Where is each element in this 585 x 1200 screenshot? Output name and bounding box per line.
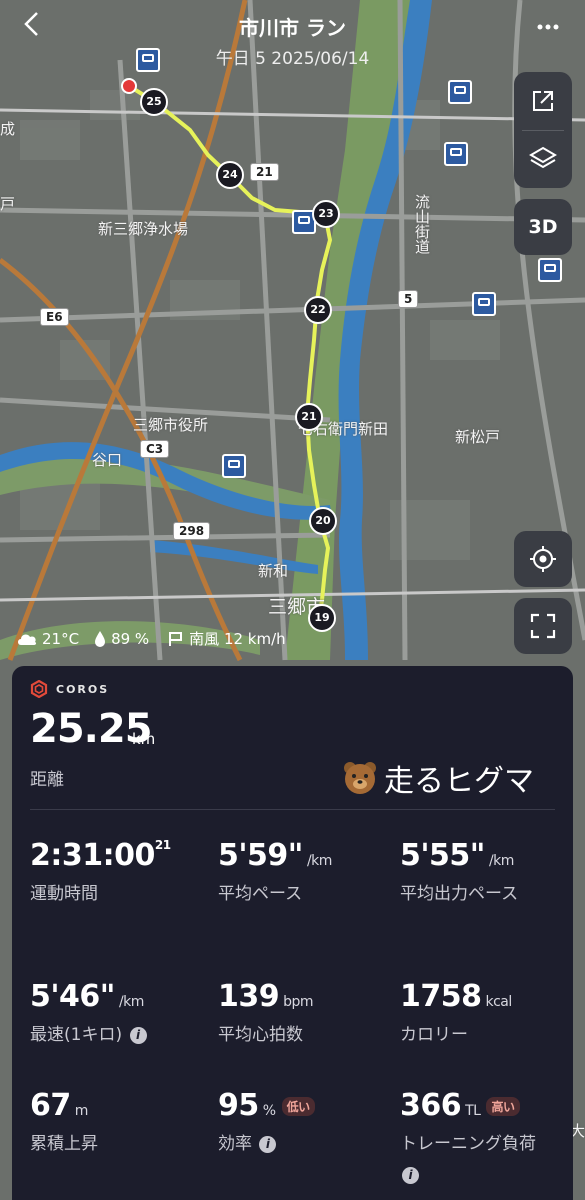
weather-bar: 21°C 89 % 南風 12 km/h [16,628,286,649]
metric-avg-pace: 5'59"/km 平均ペース [218,838,332,910]
km-marker: 22 [304,296,332,324]
metric-label: トレーニング負荷 [400,1134,536,1154]
metric-training-load: 366 TL 高い トレーニング負荷 i [400,1088,536,1184]
info-icon[interactable]: i [259,1135,277,1153]
road-number: C3 [140,440,170,458]
metric-label: 平均出力ペース [400,884,519,904]
fullscreen-icon[interactable] [514,598,572,654]
humidity: 89 % [111,629,150,648]
temperature: 21°C [42,629,80,648]
road-number: 298 [173,522,211,540]
metric-label: 運動時間 [30,884,98,904]
wind: 南風 12 km/h [189,630,286,648]
station-icon [444,142,468,166]
metric-label: 平均心拍数 [218,1025,303,1045]
metric-label: 平均ペース [218,884,303,904]
metric-calories: 1758 kcal カロリー [400,979,512,1051]
activity-summary-card: COROS 25.25 km 距離 走るヒグマ 2:31:0021 運動時間 5… [12,666,573,1200]
brand-name: COROS [56,682,110,696]
map-label: 成 [0,120,16,138]
metric-avg-hr: 139 bpm 平均心拍数 [218,979,314,1051]
distance-unit: km [132,730,156,748]
info-icon[interactable]: i [129,1026,147,1044]
km-marker: 25 [140,88,168,116]
more-icon[interactable] [537,8,559,36]
metric-elevation-gain: 67 m 累積上昇 [30,1088,98,1160]
metric-label: 最速(1キロ) [30,1025,123,1045]
info-icon[interactable]: i [402,1166,419,1184]
station-icon [222,454,246,478]
map-controls [514,72,572,188]
station-icon [538,258,562,282]
share-icon[interactable] [514,72,572,130]
map-label: 戸 [0,195,16,213]
user-name: 走るヒグマ [342,756,534,800]
metric-duration: 2:31:0021 運動時間 [30,838,171,910]
status-badge: 低い [281,1097,315,1116]
metric-sup: 21 [154,838,171,852]
locate-icon[interactable] [514,531,572,587]
page-title: 市川市 ラン [239,16,346,40]
road-number: E6 [40,308,69,326]
metric-efficiency: 95% 低い 効率 i [218,1088,315,1160]
road-number: 5 [398,290,419,308]
map-label: 流山街道 [413,194,431,254]
status-badge: 高い [486,1097,520,1116]
wind-icon [169,631,183,646]
layers-icon[interactable] [514,130,572,188]
km-marker: 19 [308,604,336,632]
metric-label: 効率 [218,1134,252,1154]
metric-label: 累積上昇 [30,1134,98,1154]
km-marker: 24 [216,161,244,189]
map-label: 三郷市役所 [133,416,209,434]
distance-label: 距離 [30,770,64,790]
bear-icon [344,762,376,794]
user-name-text: 走るヒグマ [384,764,534,799]
map-label: 新松戸 [455,428,501,446]
humidity-icon [95,630,106,647]
coros-logo-icon [30,680,48,698]
metric-avg-power-pace: 5'55"/km 平均出力ペース [400,838,550,910]
km-marker: 21 [295,403,323,431]
map-label: 新和 [258,562,289,580]
cloud-icon [18,634,37,645]
km-marker: 20 [309,507,337,535]
metric-label: カロリー [400,1025,468,1045]
map-label: 谷口 [92,451,123,469]
station-icon [472,292,496,316]
metric-fastest-km: 5'46"/km 最速(1キロ) i [30,979,147,1051]
map-label: 新三郷浄水場 [98,220,189,238]
brand: COROS [30,680,109,698]
3d-button[interactable]: 3D [514,199,572,255]
km-marker: 23 [312,200,340,228]
station-icon [448,80,472,104]
activity-date: 午日 5 2025/06/14 [215,49,370,69]
top-bar: 市川市 ラン 午日 5 2025/06/14 [0,0,585,74]
road-number: 21 [250,163,279,181]
divider [30,809,555,810]
